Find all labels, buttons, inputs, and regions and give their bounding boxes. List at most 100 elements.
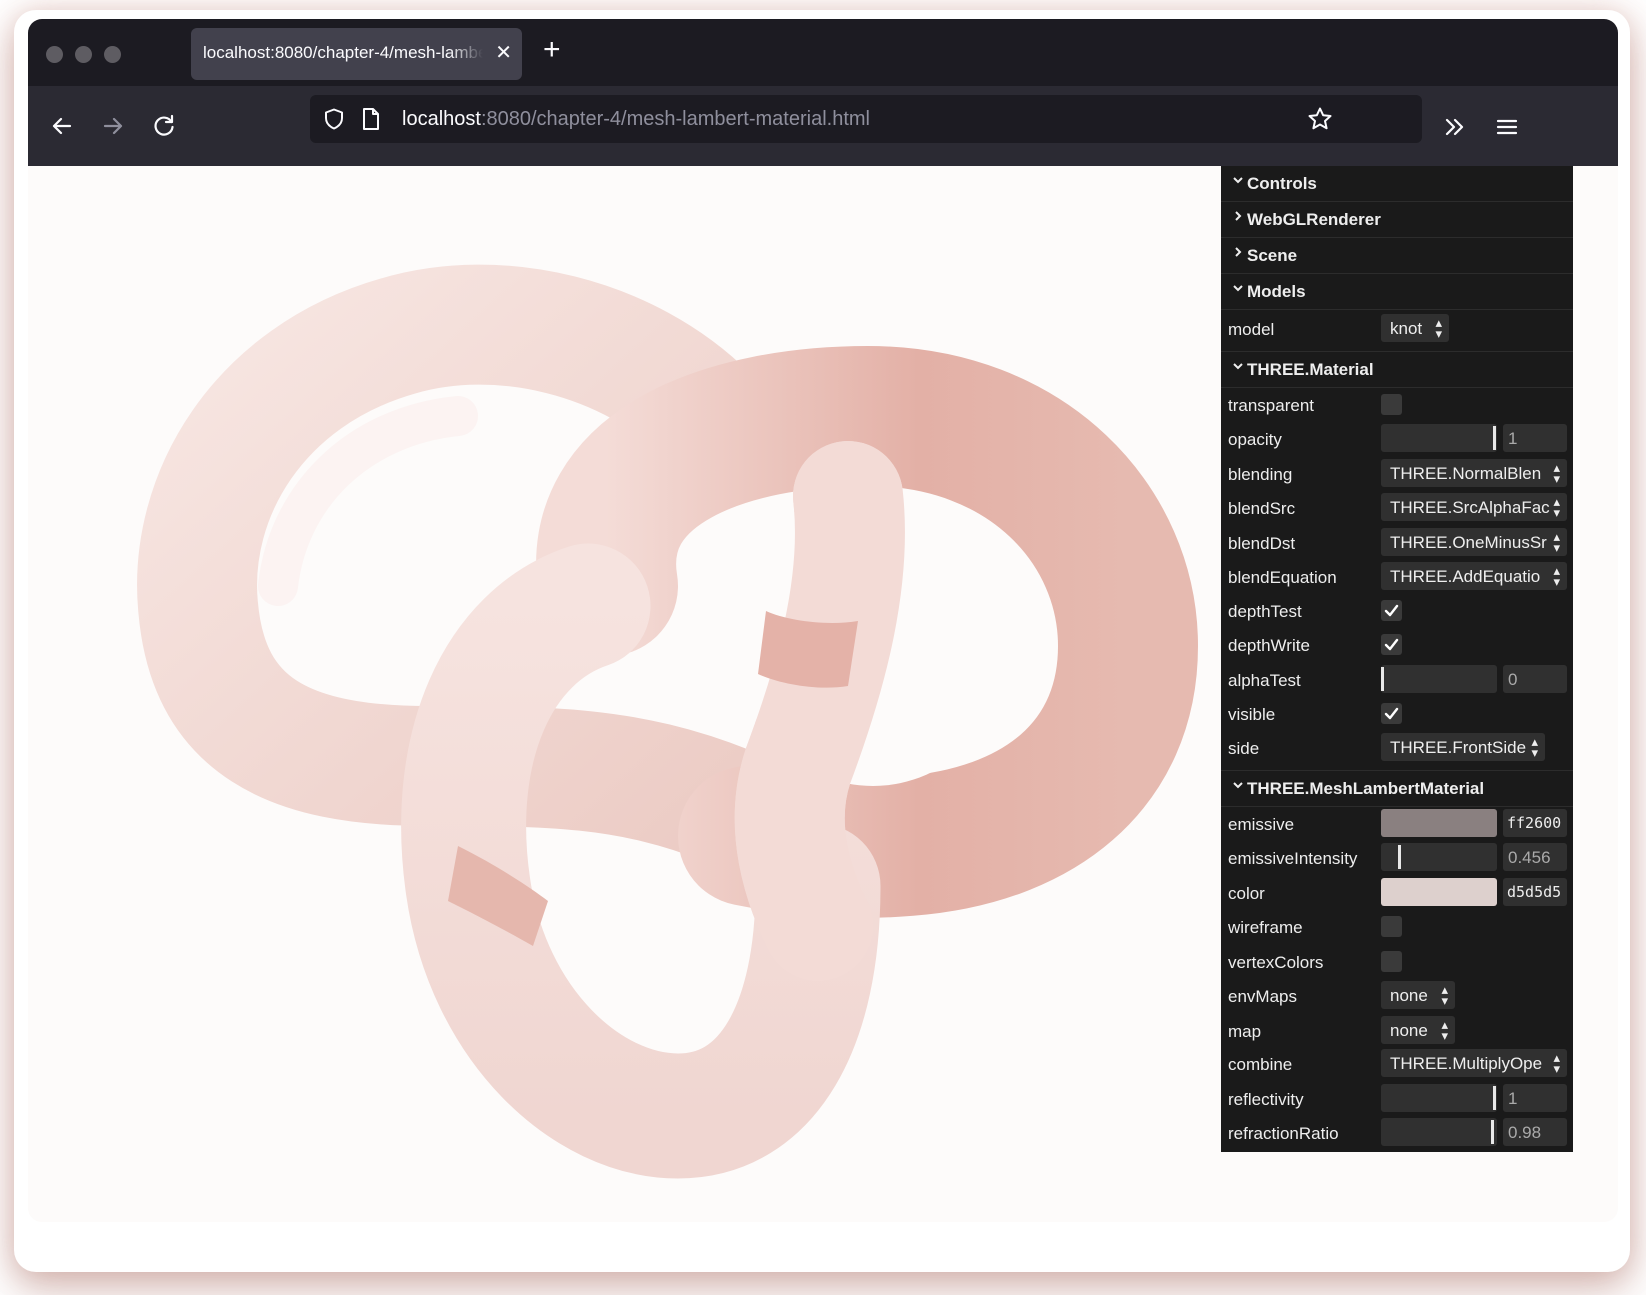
folder-models-label: Models xyxy=(1247,282,1306,301)
combine-select[interactable]: THREE.MultiplyOpe ▴ ▾ xyxy=(1381,1049,1567,1077)
alphatest-value: 0 xyxy=(1508,670,1518,689)
url-text[interactable]: localhost:8080/chapter-4/mesh-lambert-ma… xyxy=(402,108,870,131)
folder-scene[interactable]: Scene xyxy=(1221,238,1573,274)
color-value: d5d5d5 xyxy=(1507,883,1562,901)
folder-models[interactable]: Models xyxy=(1221,274,1573,310)
slider-thumb[interactable] xyxy=(1493,1086,1496,1110)
visible-checkbox[interactable] xyxy=(1381,703,1402,724)
refractionratio-slider[interactable] xyxy=(1381,1118,1497,1146)
row-refractionratio: refractionRatio 0.98 xyxy=(1221,1116,1573,1150)
row-emissiveintensity: emissiveIntensity 0.456 xyxy=(1221,841,1573,875)
folder-webglrenderer-label: WebGLRenderer xyxy=(1247,210,1381,229)
color-hex-field[interactable]: d5d5d5 xyxy=(1503,878,1567,906)
select-arrows-icon: ▴ ▾ xyxy=(1553,563,1560,589)
opacity-value: 1 xyxy=(1508,429,1518,448)
alphatest-number[interactable]: 0 xyxy=(1503,665,1567,693)
envmaps-select[interactable]: none ▴ ▾ xyxy=(1381,981,1455,1009)
side-select[interactable]: THREE.FrontSide ▴ ▾ xyxy=(1381,733,1545,761)
emissive-value: ff2600 xyxy=(1507,814,1562,832)
transparent-checkbox[interactable] xyxy=(1381,394,1402,415)
slider-thumb[interactable] xyxy=(1381,667,1384,691)
row-blendequation: blendEquation THREE.AddEquatio ▴ ▾ xyxy=(1221,560,1573,594)
tab-bar: localhost:8080/chapter-4/mesh-lambert-ma… xyxy=(28,19,1618,86)
blendequation-select[interactable]: THREE.AddEquatio ▴ ▾ xyxy=(1381,562,1567,590)
slider-thumb[interactable] xyxy=(1493,426,1496,450)
blenddst-label: blendDst xyxy=(1228,534,1296,553)
torus-knot-canvas[interactable] xyxy=(28,166,1221,1222)
row-alphatest: alphaTest 0 xyxy=(1221,663,1573,697)
slider-thumb[interactable] xyxy=(1398,845,1401,869)
folder-controls[interactable]: Controls xyxy=(1221,166,1573,202)
emissive-swatch[interactable] xyxy=(1381,809,1497,837)
refractionratio-number[interactable]: 0.98 xyxy=(1503,1118,1567,1146)
wireframe-checkbox[interactable] xyxy=(1381,916,1402,937)
page-viewport: Controls WebGLRenderer Scene Models mode… xyxy=(28,166,1618,1222)
reflectivity-slider[interactable] xyxy=(1381,1084,1497,1112)
checkmark-icon xyxy=(1384,604,1399,617)
map-select[interactable]: none ▴ ▾ xyxy=(1381,1016,1455,1044)
shield-icon[interactable] xyxy=(322,107,346,131)
reflectivity-number[interactable]: 1 xyxy=(1503,1084,1567,1112)
row-opacity: opacity 1 xyxy=(1221,422,1573,456)
slider-thumb[interactable] xyxy=(1491,1120,1494,1144)
close-window-button[interactable] xyxy=(46,46,63,63)
tab-close-icon[interactable]: ✕ xyxy=(495,40,512,65)
zoom-window-button[interactable] xyxy=(104,46,121,63)
bookmark-star-icon[interactable] xyxy=(1307,106,1333,132)
blending-select[interactable]: THREE.NormalBlen ▴ ▾ xyxy=(1381,459,1567,487)
combine-label: combine xyxy=(1228,1055,1293,1074)
map-value: none xyxy=(1390,1021,1428,1040)
folder-mesh-lambert-label: THREE.MeshLambertMaterial xyxy=(1247,779,1485,798)
chevron-down-icon xyxy=(1233,177,1243,184)
chevron-down-icon xyxy=(1233,363,1243,370)
row-emissive: emissive ff2600 xyxy=(1221,807,1573,841)
emissive-hex-field[interactable]: ff2600 xyxy=(1503,809,1567,837)
row-depthwrite: depthWrite xyxy=(1221,628,1573,662)
active-tab[interactable]: localhost:8080/chapter-4/mesh-lambert-ma… xyxy=(191,28,522,80)
vertexcolors-checkbox[interactable] xyxy=(1381,951,1402,972)
select-arrows-icon: ▴ ▾ xyxy=(1441,982,1448,1008)
forward-arrow-icon[interactable] xyxy=(97,110,129,142)
color-swatch[interactable] xyxy=(1381,878,1497,906)
row-transparent: transparent xyxy=(1221,388,1573,422)
depthwrite-checkbox[interactable] xyxy=(1381,634,1402,655)
minimize-window-button[interactable] xyxy=(75,46,92,63)
model-select[interactable]: knot ▴ ▾ xyxy=(1381,314,1449,342)
alphatest-slider[interactable] xyxy=(1381,665,1497,693)
emissiveintensity-number[interactable]: 0.456 xyxy=(1503,843,1567,871)
row-wireframe: wireframe xyxy=(1221,910,1573,944)
opacity-slider[interactable] xyxy=(1381,424,1497,452)
checkmark-icon xyxy=(1384,638,1399,651)
page-icon[interactable] xyxy=(360,107,382,131)
emissiveintensity-label: emissiveIntensity xyxy=(1228,849,1358,868)
vertexcolors-label: vertexColors xyxy=(1228,953,1324,972)
blenddst-select[interactable]: THREE.OneMinusSr ▴ ▾ xyxy=(1381,528,1567,556)
back-arrow-icon[interactable] xyxy=(46,110,78,142)
controls-panel: Controls WebGLRenderer Scene Models mode… xyxy=(1221,166,1573,1152)
folder-three-material[interactable]: THREE.Material xyxy=(1221,351,1573,388)
url-host: localhost xyxy=(402,108,481,130)
depthtest-checkbox[interactable] xyxy=(1381,600,1402,621)
blendequation-label: blendEquation xyxy=(1228,568,1337,587)
address-bar[interactable]: localhost:8080/chapter-4/mesh-lambert-ma… xyxy=(310,95,1422,143)
select-arrows-icon: ▴ ▾ xyxy=(1553,1050,1560,1076)
transparent-label: transparent xyxy=(1228,396,1314,415)
overflow-chevrons-icon[interactable] xyxy=(1443,116,1467,138)
knot-strand-center-front xyxy=(734,441,905,981)
blendsrc-select[interactable]: THREE.SrcAlphaFac ▴ ▾ xyxy=(1381,493,1567,521)
refractionratio-label: refractionRatio xyxy=(1228,1124,1339,1143)
map-label: map xyxy=(1228,1022,1262,1041)
new-tab-icon[interactable]: + xyxy=(543,33,561,67)
hamburger-menu-icon[interactable] xyxy=(1496,117,1518,137)
opacity-number[interactable]: 1 xyxy=(1503,424,1567,452)
emissive-label: emissive xyxy=(1228,815,1295,834)
reload-icon[interactable] xyxy=(148,110,180,142)
blenddst-value: THREE.OneMinusSr xyxy=(1390,533,1547,552)
folder-webglrenderer[interactable]: WebGLRenderer xyxy=(1221,202,1573,238)
select-arrows-icon: ▴ ▾ xyxy=(1441,1017,1448,1043)
emissiveintensity-slider[interactable] xyxy=(1381,843,1497,871)
folder-mesh-lambert-material[interactable]: THREE.MeshLambertMaterial xyxy=(1221,770,1573,807)
chevron-down-icon xyxy=(1233,782,1243,789)
alphatest-label: alphaTest xyxy=(1228,671,1301,690)
row-vertexcolors: vertexColors xyxy=(1221,945,1573,979)
